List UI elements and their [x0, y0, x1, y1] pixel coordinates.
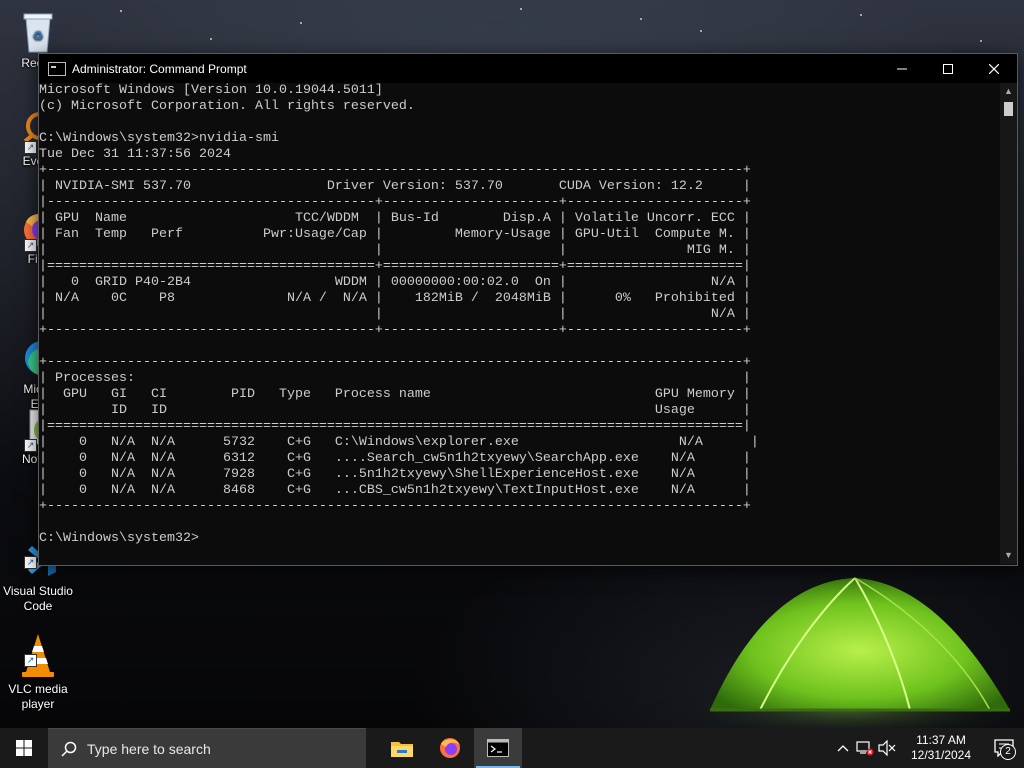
start-button[interactable]	[0, 728, 48, 768]
console-line: | NVIDIA-SMI 537.70 Driver Version: 537.…	[39, 179, 751, 194]
console-line: |=======================================…	[39, 259, 751, 274]
console-line: +---------------------------------------…	[39, 355, 751, 370]
notification-count-badge: 2	[1000, 744, 1016, 760]
console-line: | GPU Name TCC/WDDM | Bus-Id Disp.A | Vo…	[39, 211, 751, 226]
system-tray: 11:37 AM 12/31/2024 2	[832, 728, 1024, 768]
maximize-button[interactable]	[925, 54, 971, 83]
shortcut-arrow-icon: ↗	[24, 239, 37, 252]
window-titlebar[interactable]: Administrator: Command Prompt	[39, 54, 1017, 83]
taskbar-clock[interactable]: 11:37 AM 12/31/2024	[904, 733, 978, 763]
command-prompt-window[interactable]: Administrator: Command Prompt Microsoft …	[38, 53, 1018, 566]
console-line: |---------------------------------------…	[39, 195, 751, 210]
network-disconnected-icon	[856, 741, 874, 756]
desktop-icon-vlc[interactable]: ↗ VLC media player	[0, 602, 76, 712]
console-line: | Processes: |	[39, 371, 751, 386]
console-line: | Fan Temp Perf Pwr:Usage/Cap | Memory-U…	[39, 227, 751, 242]
console-line: (c) Microsoft Corporation. All rights re…	[39, 99, 415, 114]
scroll-up-icon[interactable]: ▲	[1000, 83, 1017, 100]
console-line: | GPU GI CI PID Type Process name GPU Me…	[39, 387, 751, 402]
console-line: | 0 GRID P40-2B4 WDDM | 00000000:00:02.0…	[39, 275, 751, 290]
taskbar-search-box[interactable]: Type here to search	[48, 728, 366, 768]
console-line: | | | N/A |	[39, 307, 751, 322]
minimize-icon	[897, 68, 907, 69]
minimize-button[interactable]	[879, 54, 925, 83]
svg-text:♻: ♻	[33, 29, 44, 43]
console-line: | 0 N/A N/A 7928 C+G ...5n1h2txyewy\Shel…	[39, 467, 751, 482]
console-line: | 0 N/A N/A 8468 C+G ...CBS_cw5n1h2txyew…	[39, 483, 751, 498]
firefox-icon	[440, 738, 460, 758]
scroll-down-icon[interactable]: ▼	[1000, 547, 1017, 564]
console-line: | | | MIG M. |	[39, 243, 751, 258]
console-line: C:\Windows\system32>	[39, 531, 199, 546]
shortcut-arrow-icon: ↗	[24, 141, 37, 154]
maximize-icon	[943, 63, 953, 74]
file-explorer-icon	[391, 742, 413, 757]
shortcut-arrow-icon: ↗	[24, 654, 37, 667]
shortcut-arrow-icon: ↗	[24, 439, 37, 452]
console-line: Microsoft Windows [Version 10.0.19044.50…	[39, 83, 383, 98]
shortcut-arrow-icon: ↗	[24, 556, 37, 569]
console-scrollbar[interactable]: ▲ ▼	[1000, 83, 1017, 564]
clock-time: 11:37 AM	[916, 733, 966, 747]
taskbar: Type here to search 11:37 AM 12/31/2024 …	[0, 728, 1024, 768]
taskbar-app-file-explorer[interactable]	[378, 728, 426, 768]
console-line: Tue Dec 31 11:37:56 2024	[39, 147, 231, 162]
recycle-bin-icon: ♻	[23, 13, 53, 53]
vlc-icon: ↗	[18, 617, 58, 677]
console-line: | 0 N/A N/A 6312 C+G ....Search_cw5n1h2t…	[39, 451, 751, 466]
windows-logo-icon	[16, 740, 32, 756]
close-icon	[989, 63, 999, 74]
command-prompt-icon	[48, 61, 66, 76]
volume-muted-icon	[878, 740, 896, 756]
console-output[interactable]: Microsoft Windows [Version 10.0.19044.50…	[39, 83, 999, 563]
console-line: | N/A 0C P8 N/A / N/A | 182MiB / 2048MiB…	[39, 291, 751, 306]
console-line: +---------------------------------------…	[39, 499, 751, 514]
desktop: ♻ Recyc ↗ Every ↗ Fire	[0, 0, 1024, 768]
scrollbar-thumb[interactable]	[1004, 102, 1013, 116]
console-line: +---------------------------------------…	[39, 323, 751, 338]
command-prompt-icon	[487, 739, 509, 757]
console-line: +---------------------------------------…	[39, 163, 751, 178]
clock-date: 12/31/2024	[910, 748, 972, 762]
window-title: Administrator: Command Prompt	[72, 61, 247, 76]
taskbar-app-command-prompt[interactable]	[474, 728, 522, 768]
network-status-button[interactable]	[854, 728, 876, 768]
action-center-button[interactable]: 2	[984, 728, 1024, 768]
search-icon	[61, 741, 77, 757]
console-line: C:\Windows\system32>nvidia-smi	[39, 131, 279, 146]
console-line: |=======================================…	[39, 419, 751, 434]
close-button[interactable]	[971, 54, 1017, 83]
console-line: | ID ID Usage |	[39, 403, 751, 418]
search-placeholder: Type here to search	[87, 740, 211, 757]
desktop-icon-label: VLC media player	[8, 682, 68, 711]
volume-button[interactable]	[876, 728, 898, 768]
tent-illustration	[660, 577, 1024, 728]
chevron-up-icon	[837, 745, 849, 752]
show-hidden-icons-button[interactable]	[832, 728, 854, 768]
taskbar-app-firefox[interactable]	[426, 728, 474, 768]
console-line: | 0 N/A N/A 5732 C+G C:\Windows\explorer…	[39, 435, 759, 450]
